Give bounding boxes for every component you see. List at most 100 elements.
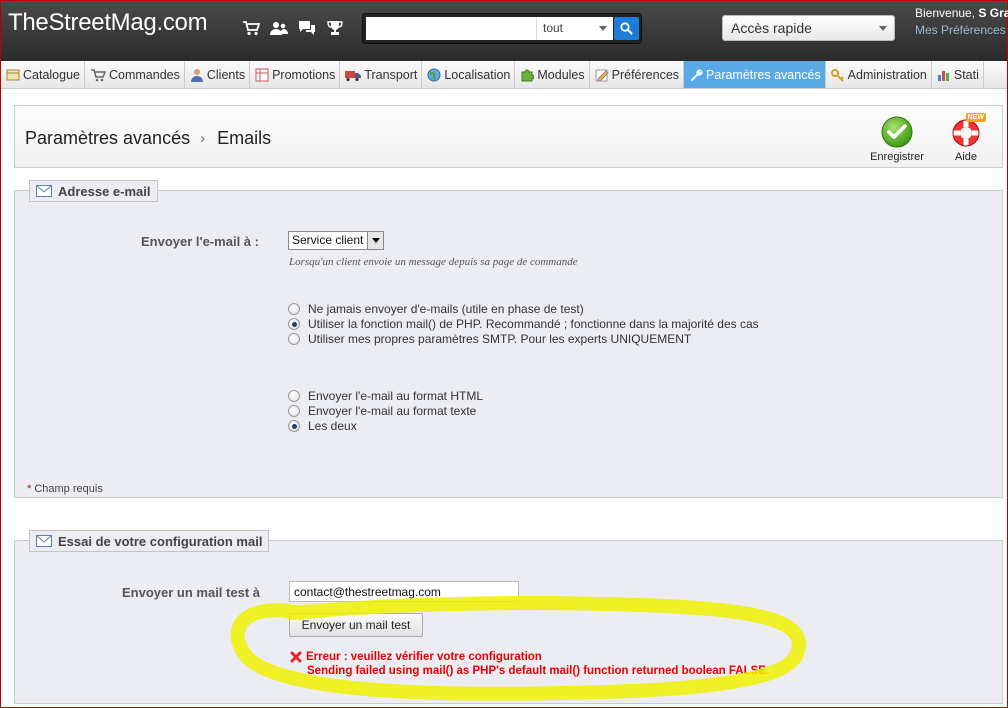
trophy-icon[interactable] <box>325 18 345 38</box>
tab-stats[interactable]: Stati <box>932 61 984 88</box>
catalogue-icon <box>6 68 20 82</box>
radio-label: Envoyer l'e-mail au format texte <box>308 404 477 418</box>
promotions-icon <box>255 68 269 82</box>
radio-button[interactable] <box>288 318 300 330</box>
envelope-icon <box>36 185 52 197</box>
tab-puzzle[interactable]: Modules <box>515 61 590 88</box>
breadcrumb-parent[interactable]: Paramètres avancés <box>25 128 190 148</box>
tab-catalogue[interactable]: Catalogue <box>1 61 85 88</box>
radio-button[interactable] <box>288 303 300 315</box>
mail-method-option[interactable]: Ne jamais envoyer d'e-mails (utile en ph… <box>288 302 584 316</box>
error-title: Erreur : veuillez vérifier votre configu… <box>306 651 542 663</box>
save-button[interactable]: Enregistrer <box>867 116 927 163</box>
main-tabs: Catalogue Commandes Clients Promotions Trans… <box>1 61 1007 89</box>
tab-label: Promotions <box>272 68 336 82</box>
email-address-legend: Adresse e-mail <box>29 180 158 202</box>
my-preferences-link[interactable]: Mes Préférences <box>915 23 1006 37</box>
cart-icon <box>90 68 106 82</box>
radio-button[interactable] <box>288 405 300 417</box>
page-title-bar: Paramètres avancés › Emails Enregistrer NE… <box>14 105 1003 168</box>
breadcrumb: Paramètres avancés › Emails <box>25 128 271 149</box>
required-text: Champ requis <box>31 483 103 495</box>
tab-promotions[interactable]: Promotions <box>250 61 341 88</box>
test-email-input[interactable] <box>289 581 519 602</box>
mail-method-option[interactable]: Utiliser la fonction mail() de PHP. Reco… <box>288 317 759 331</box>
tab-label: Paramètres avancés <box>706 68 821 82</box>
shop-logo[interactable]: TheStreetMag.com <box>8 9 208 37</box>
page-title: Emails <box>217 128 272 148</box>
error-message: Erreur : veuillez vérifier votre configu… <box>290 651 769 677</box>
test-config-panel: Essai de votre configuration mail Envoye… <box>14 530 1003 704</box>
user-name: S Gra <box>978 6 1008 20</box>
chevron-down-icon <box>599 26 607 31</box>
welcome-prefix: Bienvenue, <box>915 6 979 20</box>
send-test-mail-button[interactable]: Envoyer un mail test <box>289 613 423 637</box>
puzzle-icon <box>520 68 535 82</box>
globe-icon <box>427 68 441 82</box>
tab-label: Catalogue <box>23 68 80 82</box>
send-to-hint: Lorsqu'un client envoie un message depui… <box>289 256 578 268</box>
search-scope-value: tout <box>543 21 564 35</box>
send-to-value: Service client <box>292 233 364 247</box>
search-button[interactable] <box>614 17 639 40</box>
top-header: TheStreetMag.com tout Accès rapide Bienv… <box>1 1 1008 61</box>
help-label: Aide <box>954 151 978 163</box>
error-x-icon <box>290 651 302 663</box>
tab-label: Modules <box>537 68 585 82</box>
orders-cart-icon[interactable] <box>241 18 261 38</box>
mail-format-option[interactable]: Envoyer l'e-mail au format texte <box>288 404 476 418</box>
help-button[interactable]: NEW Aide <box>936 113 996 163</box>
search-icon <box>620 22 633 35</box>
tab-cart[interactable]: Commandes <box>85 61 185 88</box>
tab-label: Transport <box>364 68 418 82</box>
search-bar: tout <box>362 13 642 44</box>
tab-preferences[interactable]: Préférences <box>590 61 685 88</box>
quick-access-select[interactable]: Accès rapide <box>722 15 895 41</box>
radio-button[interactable] <box>288 333 300 345</box>
new-badge: NEW <box>965 113 986 122</box>
required-field-note: * Champ requis <box>27 483 103 495</box>
tab-label: Stati <box>953 68 979 82</box>
save-label: Enregistrer <box>870 151 924 163</box>
tab-label: Clients <box>206 68 246 82</box>
key-icon <box>830 68 845 82</box>
stats-icon <box>937 68 951 82</box>
test-config-legend: Essai de votre configuration mail <box>29 530 270 552</box>
mail-method-option[interactable]: Utiliser mes propres paramètres SMTP. Po… <box>288 332 691 346</box>
mail-format-option[interactable]: Les deux <box>288 419 357 433</box>
tab-wrench[interactable]: Paramètres avancés <box>684 61 826 88</box>
welcome-text: Bienvenue, S Gra <box>915 6 1008 20</box>
tab-label: Administration <box>847 68 927 82</box>
tab-customers[interactable]: Clients <box>185 61 251 88</box>
tab-truck[interactable]: Transport <box>340 61 423 88</box>
radio-label: Ne jamais envoyer d'e-mails (utile en ph… <box>308 302 584 316</box>
send-to-label: Envoyer l'e-mail à : <box>141 234 259 249</box>
search-input[interactable] <box>366 17 536 40</box>
preferences-icon <box>595 68 609 82</box>
legend-text: Adresse e-mail <box>58 183 151 199</box>
wrench-icon <box>689 68 703 82</box>
radio-button[interactable] <box>288 420 300 432</box>
tab-label: Commandes <box>109 68 180 82</box>
tab-label: Préférences <box>611 68 680 82</box>
tab-globe[interactable]: Localisation <box>422 61 516 88</box>
breadcrumb-separator: › <box>200 130 206 147</box>
chevron-down-icon <box>367 232 383 249</box>
customers-icon[interactable] <box>269 18 289 38</box>
search-scope-select[interactable]: tout <box>536 17 613 40</box>
email-address-panel: Adresse e-mail Envoyer l'e-mail à : Serv… <box>14 180 1003 498</box>
send-to-select[interactable]: Service client <box>288 231 384 250</box>
messages-icon[interactable] <box>297 18 317 38</box>
radio-label: Utiliser la fonction mail() de PHP. Reco… <box>308 317 759 331</box>
checkmark-icon <box>881 116 913 148</box>
radio-label: Utiliser mes propres paramètres SMTP. Po… <box>308 332 692 346</box>
truck-icon <box>345 68 362 82</box>
mail-format-option[interactable]: Envoyer l'e-mail au format HTML <box>288 389 483 403</box>
envelope-icon <box>36 535 52 547</box>
radio-button[interactable] <box>288 390 300 402</box>
customers-icon <box>190 68 204 82</box>
tab-key[interactable]: Administration <box>826 61 932 88</box>
test-email-label: Envoyer un mail test à <box>122 585 260 600</box>
quick-access-label: Accès rapide <box>731 20 812 36</box>
tab-label: Localisation <box>444 68 511 82</box>
